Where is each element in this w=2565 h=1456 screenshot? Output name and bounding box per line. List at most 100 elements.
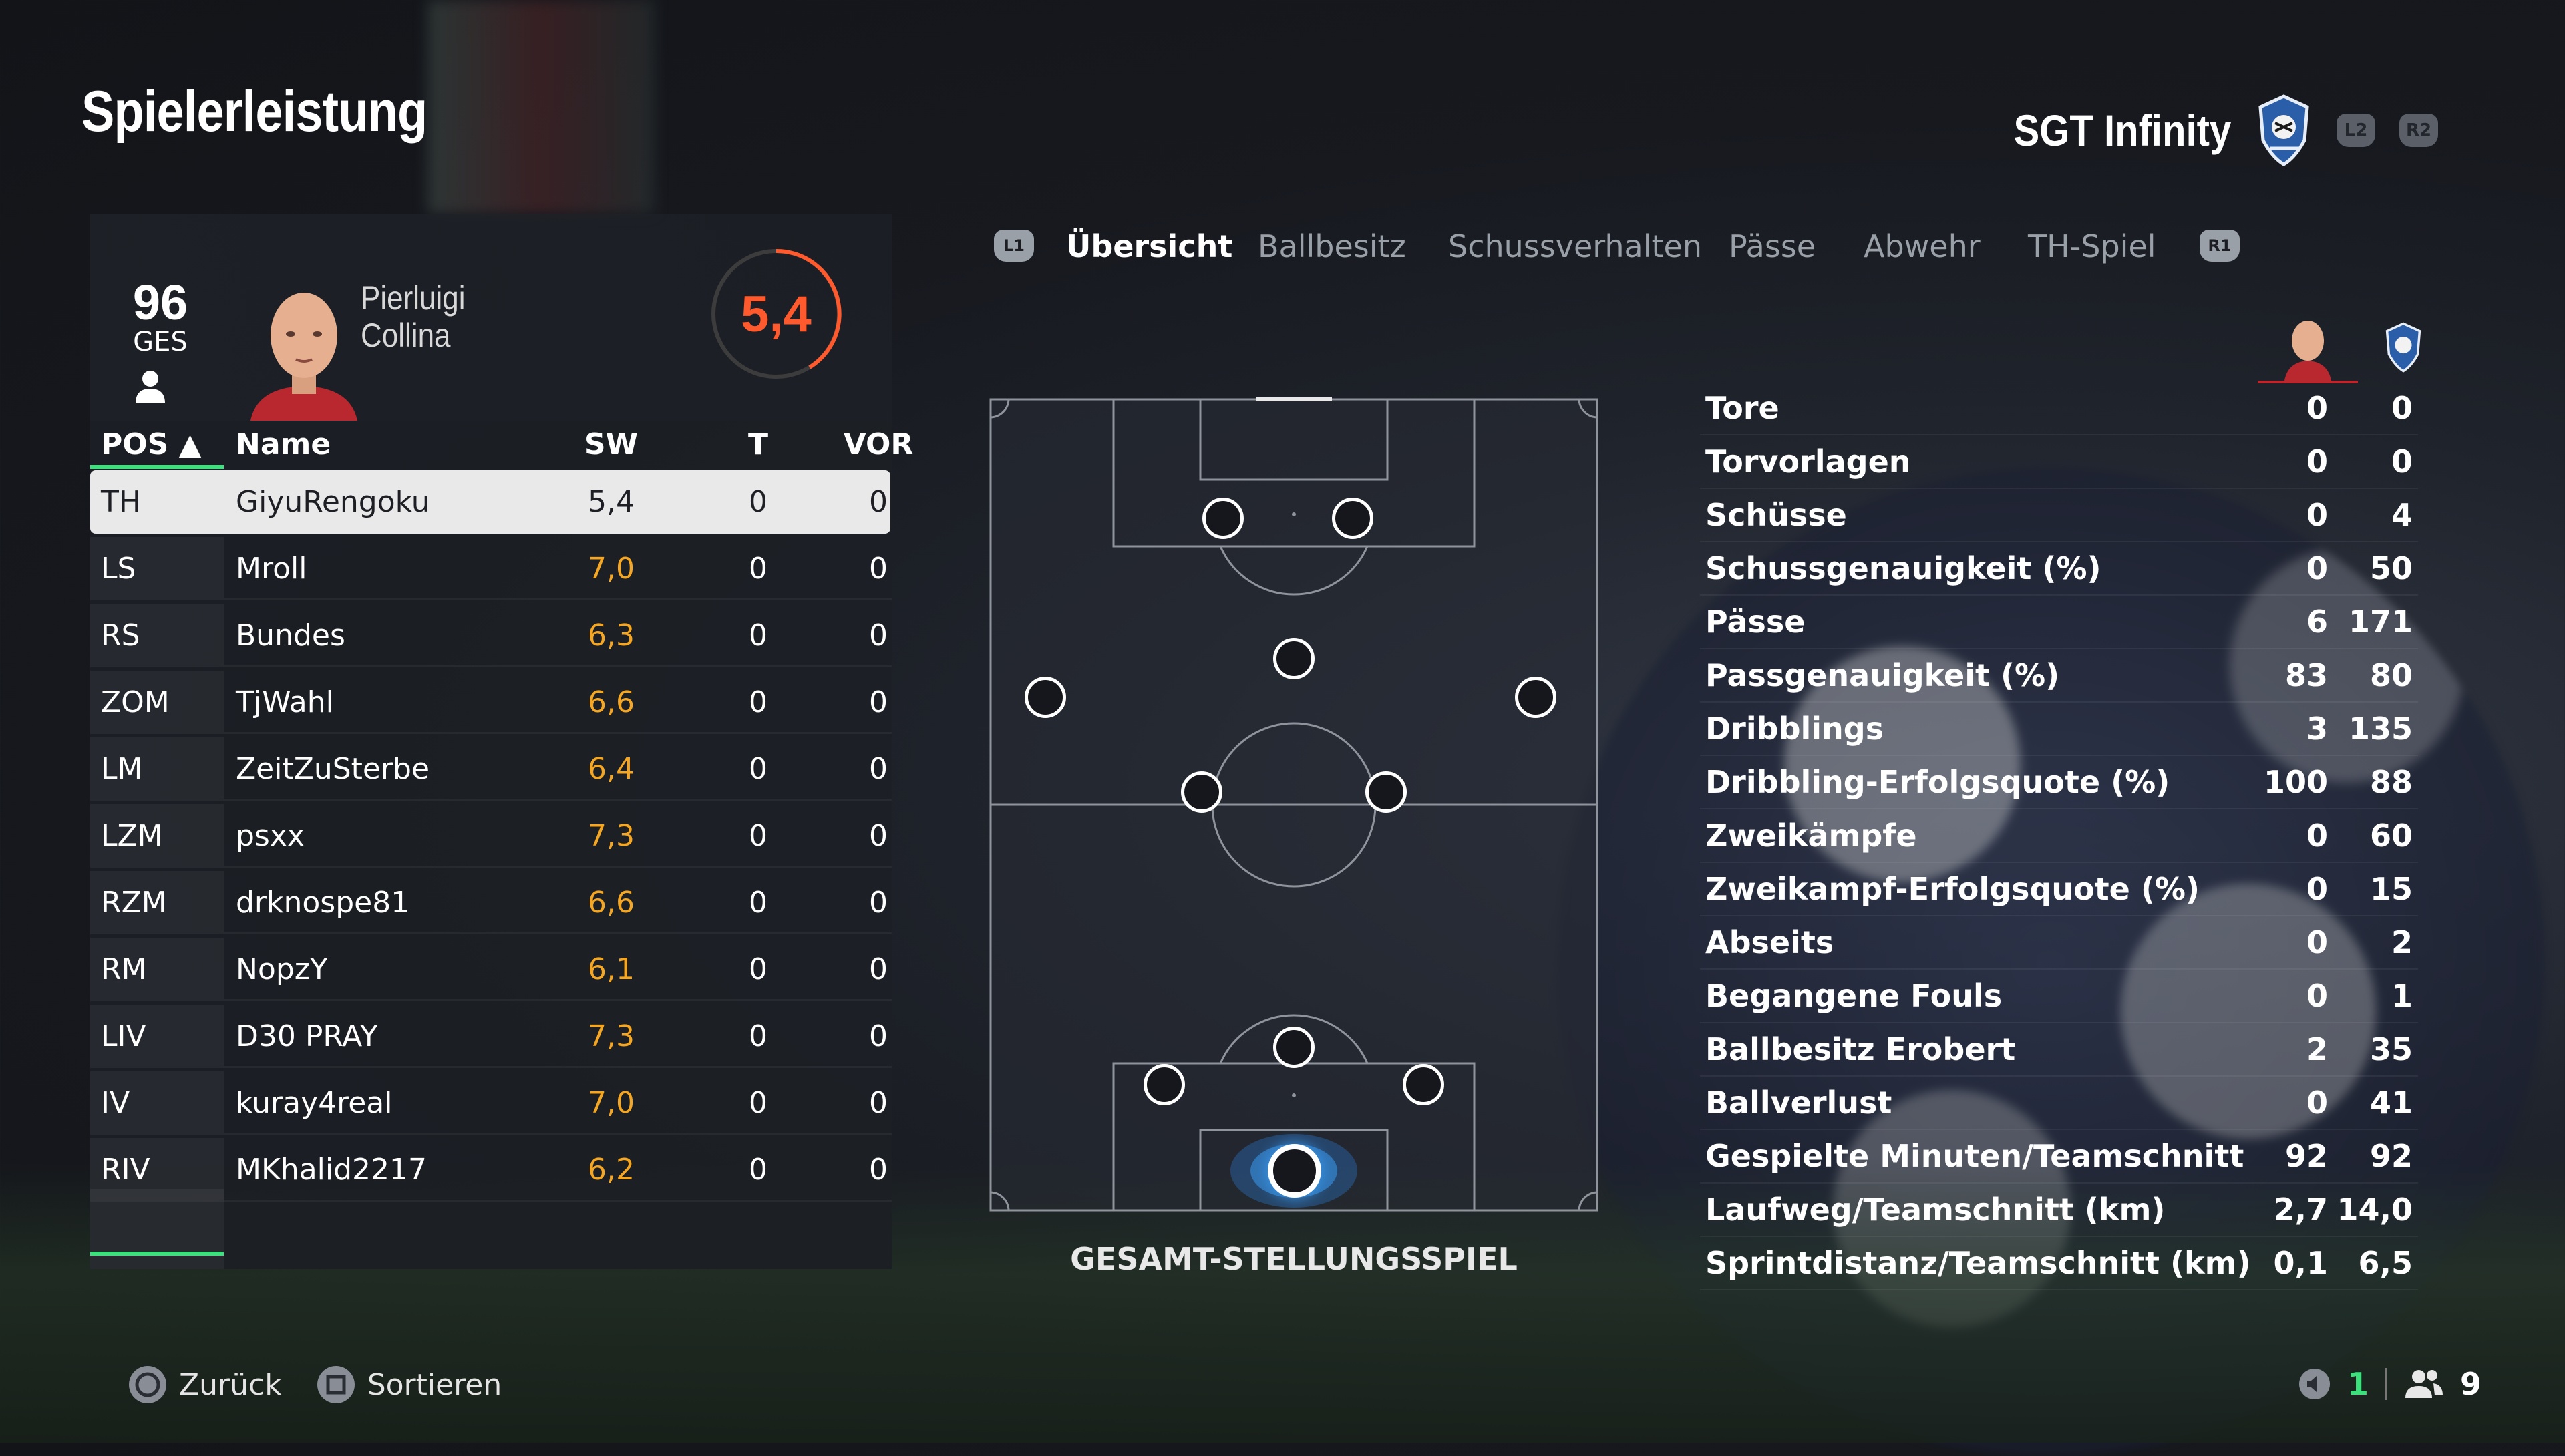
position-node-riv [1403, 1064, 1444, 1105]
row-sw: 6,6 [588, 685, 635, 719]
stat-player-value: 0 [2306, 871, 2328, 907]
stat-row: Passgenauigkeit (%) 83 80 [1700, 649, 2418, 703]
r1-button[interactable]: R1 [2200, 230, 2240, 262]
match-rating-value: 5,4 [741, 285, 812, 343]
overall-value: 96 [132, 275, 188, 330]
tab-abwehr[interactable]: Abwehr [1864, 228, 1981, 264]
footer-hints: Zurück Sortieren [127, 1364, 502, 1405]
pos-column-fill [90, 1189, 224, 1269]
sort-label: Sortieren [367, 1367, 502, 1402]
stat-team-value: 50 [2369, 550, 2413, 586]
row-vor: 0 [869, 886, 888, 920]
row-vor: 0 [869, 618, 888, 653]
roster-row[interactable]: LS Mroll 7,0 0 0 [90, 537, 892, 600]
stat-team-value: 135 [2348, 711, 2413, 747]
row-pos: RM [101, 952, 147, 986]
footer-divider [2384, 1368, 2387, 1400]
overall-label: GES [133, 327, 188, 357]
r2-button[interactable]: R2 [2399, 114, 2438, 147]
stat-team-value: 1 [2391, 978, 2413, 1014]
col-header-name[interactable]: Name [236, 427, 331, 462]
row-pos: IV [101, 1086, 130, 1120]
row-sw: 7,3 [588, 819, 635, 853]
row-vor: 0 [869, 485, 888, 519]
stat-team-value: 35 [2369, 1031, 2413, 1067]
roster-row[interactable]: ZOM TjWahl 6,6 0 0 [90, 671, 892, 734]
stat-team-value: 88 [2369, 764, 2413, 800]
row-name: MKhalid2217 [236, 1153, 428, 1187]
row-t: 0 [749, 886, 767, 920]
match-rating: 5,4 [709, 247, 843, 381]
tab-schussverhalten[interactable]: Schussverhalten [1448, 228, 1702, 264]
roster-row[interactable]: LZM psxx 7,3 0 0 [90, 804, 892, 868]
stat-row: Laufweg/Teamschnitt (km) 2,7 14,0 [1700, 1184, 2418, 1237]
player-name: Pierluigi Collina [361, 279, 466, 354]
position-node-lm [1025, 677, 1066, 718]
stat-label: Ballverlust [1705, 1085, 1892, 1121]
tab-uebersicht[interactable]: Übersicht [1066, 228, 1232, 264]
stat-team-value: 4 [2391, 497, 2413, 533]
team-crest-icon [2255, 94, 2313, 167]
row-sw: 7,3 [588, 1019, 635, 1053]
position-node-zom [1273, 638, 1315, 679]
speaker-muted-icon [2298, 1369, 2330, 1399]
row-name: ZeitZuSterbe [236, 752, 430, 786]
team-column-icon [2383, 321, 2423, 374]
roster-row[interactable]: RM NopzY 6,1 0 0 [90, 938, 892, 1001]
col-header-t[interactable]: T [738, 427, 778, 462]
row-sw: 6,2 [588, 1153, 635, 1187]
roster-row[interactable]: TH GiyuRengoku 5,4 0 0 [90, 470, 890, 534]
roster-table: POS ▲ Name SW T VOR TH GiyuRengoku 5,4 0 0 LS… [90, 421, 913, 1269]
sort-hint[interactable]: Sortieren [315, 1364, 502, 1405]
stat-team-value: 171 [2348, 604, 2413, 640]
stat-team-value: 60 [2369, 817, 2413, 854]
row-vor: 0 [869, 752, 888, 786]
row-sw: 7,0 [588, 1086, 635, 1120]
col-header-vor[interactable]: VOR [842, 427, 915, 462]
stat-team-value: 2 [2391, 924, 2413, 960]
roster-row[interactable]: LM ZeitZuSterbe 6,4 0 0 [90, 737, 892, 801]
roster-row[interactable]: IV kuray4real 7,0 0 0 [90, 1071, 892, 1135]
back-hint[interactable]: Zurück [127, 1364, 282, 1405]
stat-label: Schussgenauigkeit (%) [1705, 550, 2101, 586]
col-header-pos[interactable]: POS ▲ [101, 427, 202, 462]
l2-button[interactable]: L2 [2337, 114, 2375, 147]
row-vor: 0 [869, 685, 888, 719]
row-t: 0 [749, 819, 767, 853]
row-t: 0 [749, 1086, 767, 1120]
position-node-rzm [1365, 771, 1407, 813]
row-name: kuray4real [236, 1086, 393, 1120]
stat-team-value: 14,0 [2337, 1192, 2413, 1228]
l1-button[interactable]: L1 [994, 230, 1034, 262]
row-sw: 5,4 [588, 485, 635, 519]
stat-label: Ballbesitz Erobert [1705, 1031, 2016, 1067]
person-icon [132, 367, 169, 405]
row-vor: 0 [869, 819, 888, 853]
row-pos: RIV [101, 1153, 150, 1187]
tab-ballbesitz[interactable]: Ballbesitz [1258, 228, 1406, 264]
tab-paesse[interactable]: Pässe [1729, 228, 1816, 264]
stat-row: Schüsse 0 4 [1700, 489, 2418, 542]
roster-row[interactable]: RS Bundes 6,3 0 0 [90, 604, 892, 667]
roster-header: POS ▲ Name SW T VOR [90, 421, 913, 470]
row-name: Mroll [236, 552, 307, 586]
row-pos: LS [101, 552, 136, 586]
tab-th-spiel[interactable]: TH-Spiel [2028, 228, 2156, 264]
stat-label: Dribbling-Erfolgsquote (%) [1705, 764, 2170, 800]
stat-team-value: 15 [2369, 871, 2413, 907]
stats-table: Tore 0 0 Torvorlagen 0 0 Schüsse 0 4 Schussgenaui… [1700, 382, 2418, 1290]
roster-row[interactable]: RZM drknospe81 6,6 0 0 [90, 871, 892, 934]
stat-player-value: 0 [2306, 817, 2328, 854]
stat-team-value: 92 [2369, 1138, 2413, 1174]
row-vor: 0 [869, 552, 888, 586]
sort-indicator [90, 465, 224, 469]
stat-row: Pässe 6 171 [1700, 596, 2418, 649]
roster-row[interactable]: LIV D30 PRAY 7,3 0 0 [90, 1005, 892, 1068]
team-header: SGT Infinity L2 R2 [1984, 94, 2438, 167]
stat-row: Ballverlust 0 41 [1700, 1077, 2418, 1130]
col-header-sw[interactable]: SW [571, 427, 651, 462]
row-sw: 6,4 [588, 752, 635, 786]
pitch-lines [989, 397, 1598, 1212]
stat-team-value: 80 [2369, 657, 2413, 693]
stat-row: Abseits 0 2 [1700, 916, 2418, 970]
